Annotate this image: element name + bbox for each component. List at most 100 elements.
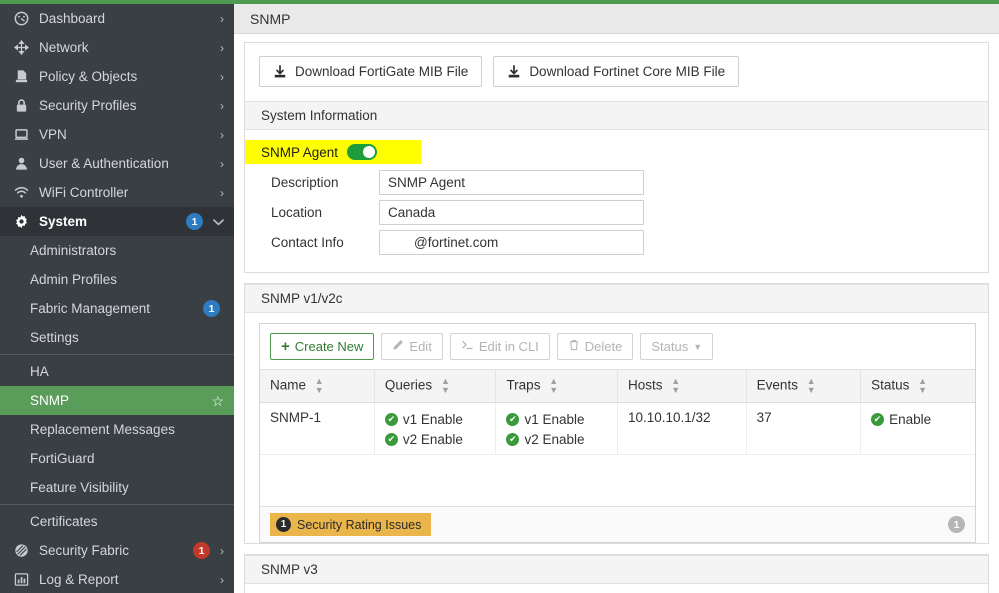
sidebar-item-security-profiles[interactable]: Security Profiles › (0, 91, 234, 120)
sort-icon[interactable]: ▲ ▼ (918, 377, 927, 395)
sidebar-item-label: WiFi Controller (39, 185, 129, 200)
status-dropdown-button[interactable]: Status ▼ (640, 333, 714, 360)
sidebar-item-policy-objects[interactable]: Policy & Objects › (0, 62, 234, 91)
column-header-status[interactable]: Status ▲ ▼ (860, 370, 975, 403)
table-empty-area (260, 455, 975, 507)
queries-v1-label: v1 Enable (402, 412, 463, 427)
chevron-right-icon: › (220, 185, 224, 200)
status-label: Status (651, 339, 689, 354)
edit-in-cli-label: Edit in CLI (478, 339, 539, 354)
edit-label: Edit (409, 339, 432, 354)
sort-icon[interactable]: ▲ ▼ (549, 377, 558, 395)
download-fortigate-mib-button[interactable]: Download FortiGate MIB File (259, 56, 483, 87)
column-header-queries[interactable]: Queries ▲ ▼ (374, 370, 497, 403)
sidebar-item-snmp[interactable]: SNMP ☆ (0, 386, 234, 415)
chevron-right-icon: › (220, 98, 224, 113)
sidebar-item-security-fabric[interactable]: Security Fabric 1 › (0, 536, 234, 565)
snmp-agent-toggle-row[interactable]: SNMP Agent (245, 140, 422, 164)
system-information-body: SNMP Agent Description Location Contact … (245, 130, 988, 272)
page-header: SNMP (234, 4, 999, 34)
sidebar-item-certificates[interactable]: Certificates (0, 507, 234, 536)
sidebar-item-administrators[interactable]: Administrators (0, 236, 234, 265)
row-count-badge: 1 (948, 516, 965, 533)
check-circle-icon: ✔ (506, 433, 520, 446)
chevron-right-icon: › (220, 69, 224, 84)
sidebar-item-system[interactable]: System 1 (0, 207, 234, 236)
user-icon (11, 156, 31, 172)
create-new-button[interactable]: + Create New (270, 333, 375, 360)
sidebar-item-admin-profiles[interactable]: Admin Profiles (0, 265, 234, 294)
security-rating-issues-chip[interactable]: 1 Security Rating Issues (270, 513, 432, 536)
sidebar-item-feature-visibility[interactable]: Feature Visibility (0, 473, 234, 502)
sort-icon[interactable]: ▲ ▼ (441, 377, 450, 395)
edit-button[interactable]: Edit (381, 333, 443, 360)
chevron-right-icon: › (220, 156, 224, 171)
sidebar-item-network[interactable]: Network › (0, 33, 234, 62)
snmp-v1v2c-table-panel: + Create New Edit Edit in CLI Delete Sta… (259, 323, 976, 543)
sidebar-item-settings[interactable]: Settings (0, 323, 234, 352)
snmp-agent-toggle[interactable] (347, 144, 378, 160)
main-content-area: SNMP Download FortiGate MIB File Downloa… (234, 0, 999, 593)
main-navigation-sidebar: Dashboard › Network › Policy & Objects ›… (0, 0, 234, 593)
sidebar-item-label: System (39, 214, 88, 229)
sort-icon[interactable]: ▲ ▼ (671, 377, 680, 395)
sidebar-item-vpn[interactable]: VPN › (0, 120, 234, 149)
wifi-icon (11, 185, 31, 201)
traps-v1-label: v1 Enable (524, 412, 585, 427)
pencil-icon (392, 339, 404, 354)
table-footer: 1 Security Rating Issues 1 (260, 507, 975, 542)
queries-v1-status: ✔ v1 Enable (384, 412, 463, 427)
sidebar-item-log-report[interactable]: Log & Report › (0, 565, 234, 593)
download-icon (273, 64, 287, 79)
edit-in-cli-button[interactable]: Edit in CLI (449, 333, 550, 360)
column-header-events[interactable]: Events ▲ ▼ (746, 370, 862, 403)
snmp-v1v2c-heading: SNMP v1/v2c (245, 284, 988, 313)
download-fortinet-core-mib-label: Download Fortinet Core MIB File (529, 64, 726, 79)
sidebar-item-fortiguard[interactable]: FortiGuard (0, 444, 234, 473)
sidebar-item-fabric-management[interactable]: Fabric Management 1 (0, 294, 234, 323)
snmp-v1v2c-table: Name ▲ ▼ Queries ▲ ▼ Traps ▲ ▼ Hosts ▲ ▼… (260, 370, 975, 455)
row-status: ✔ Enable (871, 412, 931, 427)
delete-label: Delete (584, 339, 623, 354)
system-information-heading: System Information (245, 101, 988, 130)
chevron-right-icon: › (220, 543, 224, 558)
sidebar-item-replacement-messages[interactable]: Replacement Messages (0, 415, 234, 444)
column-header-label: Events (756, 377, 798, 393)
sidebar-subitem-label: Feature Visibility (30, 480, 129, 495)
table-header-row: Name ▲ ▼ Queries ▲ ▼ Traps ▲ ▼ Hosts ▲ ▼… (260, 370, 975, 403)
check-circle-icon: ✔ (384, 413, 398, 426)
sort-icon[interactable]: ▲ ▼ (315, 377, 324, 395)
sidebar-item-user-authentication[interactable]: User & Authentication › (0, 149, 234, 178)
contact-info-input[interactable] (379, 230, 644, 255)
column-header-name[interactable]: Name ▲ ▼ (260, 370, 375, 403)
download-fortinet-core-mib-button[interactable]: Download Fortinet Core MIB File (493, 56, 740, 87)
download-icon (507, 64, 521, 79)
trash-icon (568, 339, 580, 354)
column-header-hosts[interactable]: Hosts ▲ ▼ (617, 370, 747, 403)
delete-button[interactable]: Delete (556, 333, 634, 360)
sidebar-item-dashboard[interactable]: Dashboard › (0, 4, 234, 33)
chevron-right-icon: › (220, 40, 224, 55)
column-header-label: Queries (384, 377, 433, 393)
sidebar-item-wifi-controller[interactable]: WiFi Controller › (0, 178, 234, 207)
sort-icon[interactable]: ▲ ▼ (807, 377, 816, 395)
sidebar-item-ha[interactable]: HA (0, 357, 234, 386)
system-badge-count: 1 (186, 213, 203, 230)
page-title: SNMP (250, 10, 291, 27)
column-header-traps[interactable]: Traps ▲ ▼ (495, 370, 618, 403)
favorite-star-icon[interactable]: ☆ (211, 394, 224, 408)
cell-status: ✔ Enable (860, 402, 975, 455)
create-new-label: Create New (294, 339, 364, 354)
sidebar-subitem-label: Replacement Messages (30, 422, 175, 437)
check-circle-icon: ✔ (871, 413, 885, 426)
sidebar-subitem-label: Settings (30, 330, 79, 345)
move-arrows-icon (11, 40, 31, 56)
location-input[interactable] (379, 200, 644, 225)
traps-v2-label: v2 Enable (524, 432, 585, 447)
plus-icon: + (281, 338, 290, 355)
description-input[interactable] (379, 170, 644, 195)
table-row[interactable]: SNMP-1 ✔ v1 Enable ✔ v2 Enable ✔ v1 Enab… (260, 402, 975, 455)
snmp-agent-label: SNMP Agent (261, 144, 339, 160)
sidebar-item-label: VPN (39, 127, 67, 142)
chevron-right-icon: › (220, 127, 224, 142)
